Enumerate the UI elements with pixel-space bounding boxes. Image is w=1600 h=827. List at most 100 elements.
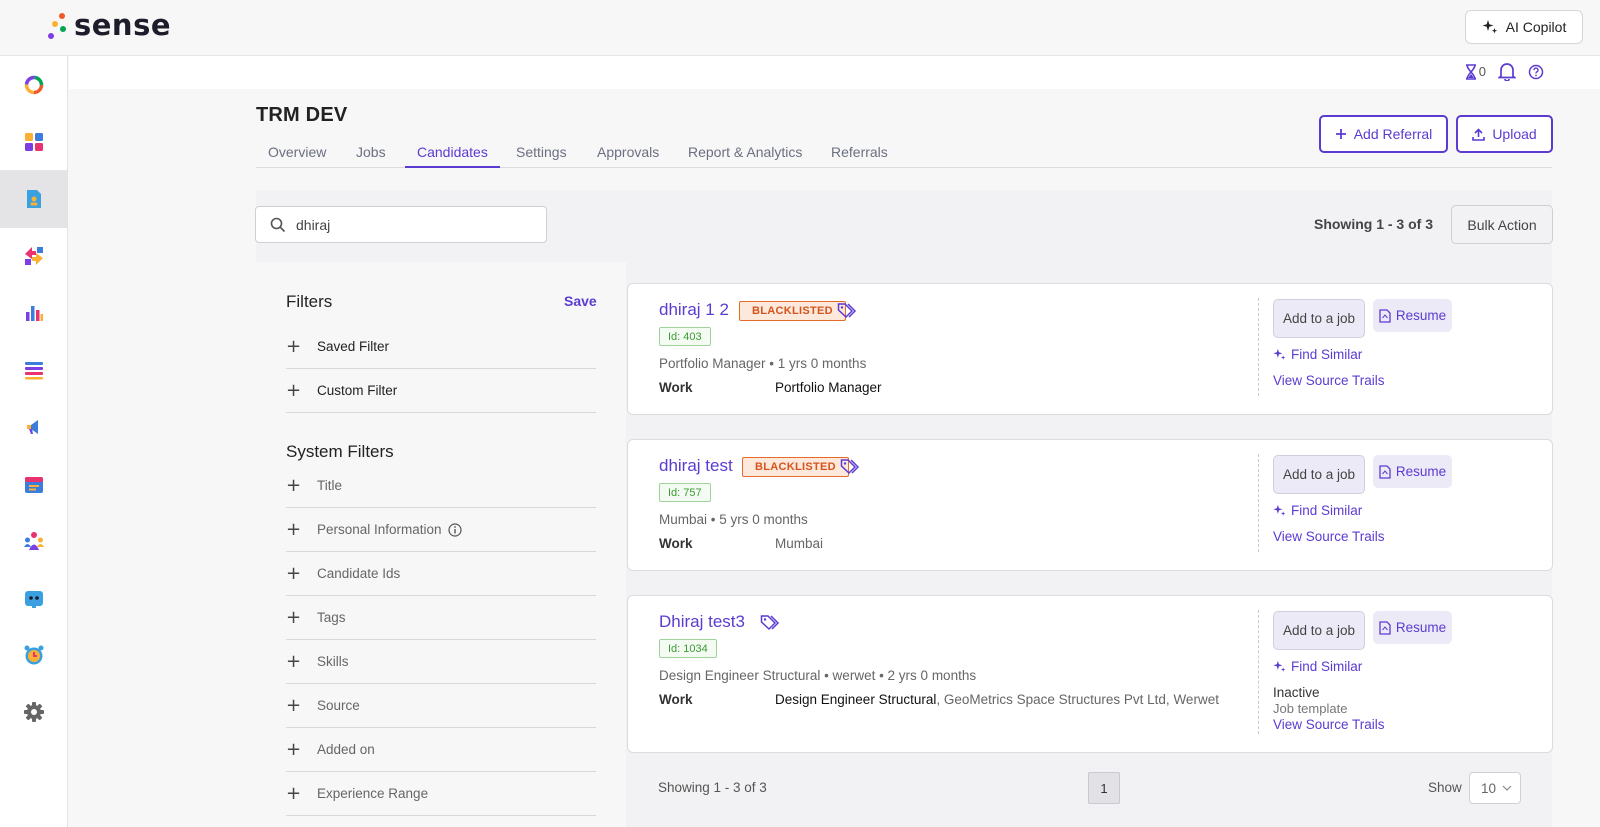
- megaphone-icon: [26, 420, 38, 434]
- work-value: Mumbai: [775, 536, 823, 551]
- tab-jobs[interactable]: Jobs: [344, 144, 398, 168]
- ai-copilot-button[interactable]: AI Copilot: [1465, 10, 1583, 44]
- custom-filter-label: Custom Filter: [317, 383, 398, 398]
- card-divider: [1258, 454, 1259, 552]
- sidebar-item-reminders[interactable]: [0, 626, 67, 684]
- hourglass-icon: [1465, 63, 1476, 80]
- sidebar-item-campaigns[interactable]: [0, 398, 67, 456]
- resume-button[interactable]: Resume: [1373, 455, 1452, 488]
- tag-icon[interactable]: [760, 614, 780, 632]
- page-size-select[interactable]: 10: [1469, 772, 1521, 804]
- search-icon: [270, 217, 286, 232]
- resume-button[interactable]: Resume: [1373, 299, 1452, 332]
- plus-icon: [1335, 129, 1346, 139]
- sidebar-item-analytics[interactable]: [0, 284, 67, 342]
- bar-chart-icon: [25, 306, 43, 321]
- sparkle-icon: [1273, 660, 1286, 672]
- blacklisted-badge: BLACKLISTED: [739, 301, 846, 321]
- tag-icon[interactable]: [840, 458, 860, 476]
- resume-label: Resume: [1395, 308, 1447, 323]
- filter-title-row[interactable]: + Title: [286, 464, 596, 508]
- sidebar: [0, 56, 68, 827]
- sidebar-item-home[interactable]: [0, 56, 67, 114]
- filter-label: Candidate Ids: [317, 566, 401, 581]
- view-source-trails-link[interactable]: View Source Trails: [1273, 529, 1385, 544]
- bulk-action-button[interactable]: Bulk Action: [1451, 205, 1553, 244]
- sidebar-item-settings[interactable]: [0, 683, 67, 741]
- tab-approvals[interactable]: Approvals: [585, 144, 671, 168]
- sidebar-item-calendar[interactable]: [0, 455, 67, 513]
- saved-filter-row[interactable]: + Saved Filter: [286, 325, 596, 369]
- pdf-file-icon: [1379, 464, 1391, 479]
- sidebar-item-lists[interactable]: [0, 341, 67, 399]
- tab-settings[interactable]: Settings: [504, 144, 579, 168]
- sparkle-icon: [1273, 348, 1286, 360]
- search-input[interactable]: [296, 216, 526, 233]
- sidebar-item-candidates[interactable]: [0, 170, 67, 228]
- candidate-id-badge: Id: 1034: [659, 639, 717, 658]
- filter-added-on-row[interactable]: + Added on: [286, 728, 596, 772]
- add-referral-button[interactable]: Add Referral: [1319, 115, 1448, 153]
- tab-candidates[interactable]: Candidates: [405, 144, 500, 168]
- bell-icon[interactable]: [1498, 62, 1516, 81]
- saved-filter-label: Saved Filter: [317, 339, 390, 354]
- candidate-name[interactable]: Dhiraj test3: [659, 612, 745, 632]
- filter-experience-range-row[interactable]: + Experience Range: [286, 772, 596, 816]
- search-box[interactable]: [255, 206, 547, 243]
- tab-overview[interactable]: Overview: [256, 144, 338, 168]
- candidate-name[interactable]: dhiraj 1 2: [659, 300, 729, 320]
- sidebar-item-sync[interactable]: [0, 227, 67, 285]
- bot-icon: [24, 591, 43, 608]
- work-label: Work: [659, 536, 693, 551]
- candidate-name[interactable]: dhiraj test: [659, 456, 733, 476]
- custom-filter-row[interactable]: + Custom Filter: [286, 369, 596, 413]
- candidate-id-badge: Id: 403: [659, 327, 711, 346]
- ring-logo-icon: [24, 75, 43, 95]
- find-similar-link[interactable]: Find Similar: [1273, 347, 1362, 362]
- view-source-trails-link[interactable]: View Source Trails: [1273, 373, 1385, 388]
- expand-icon: +: [286, 519, 302, 540]
- add-to-job-button[interactable]: Add to a job: [1273, 299, 1365, 338]
- add-to-job-button[interactable]: Add to a job: [1273, 611, 1365, 650]
- filter-personal-info-row[interactable]: + Personal Information: [286, 508, 596, 552]
- filter-skills-row[interactable]: + Skills: [286, 640, 596, 684]
- tag-icon[interactable]: [837, 302, 857, 320]
- filter-candidate-ids-row[interactable]: + Candidate Ids: [286, 552, 596, 596]
- sparkle-icon: [1482, 20, 1497, 34]
- sidebar-item-dashboard[interactable]: [0, 113, 67, 171]
- add-to-job-button[interactable]: Add to a job: [1273, 455, 1365, 494]
- tab-referrals[interactable]: Referrals: [819, 144, 900, 168]
- upload-button[interactable]: Upload: [1456, 115, 1553, 153]
- filters-panel: Filters Save + Saved Filter + Custom Fil…: [256, 262, 626, 827]
- find-similar-link[interactable]: Find Similar: [1273, 659, 1362, 674]
- find-similar-link[interactable]: Find Similar: [1273, 503, 1362, 518]
- resume-button[interactable]: Resume: [1373, 611, 1452, 644]
- alarm-clock-icon: [24, 645, 43, 665]
- gear-icon: [23, 702, 44, 722]
- work-label: Work: [659, 380, 693, 395]
- pending-tasks[interactable]: 0: [1465, 63, 1486, 80]
- pdf-file-icon: [1379, 620, 1391, 635]
- info-icon[interactable]: [447, 522, 462, 537]
- candidate-meta: Portfolio Manager • 1 yrs 0 months: [659, 356, 867, 371]
- tab-report-analytics[interactable]: Report & Analytics: [676, 144, 814, 168]
- filter-label: Tags: [317, 610, 346, 625]
- expand-icon: +: [286, 380, 302, 401]
- help-icon[interactable]: [1528, 64, 1544, 80]
- work-value: Portfolio Manager: [775, 380, 882, 395]
- list-icon: [24, 362, 43, 380]
- filter-tags-row[interactable]: + Tags: [286, 596, 596, 640]
- pdf-file-icon: [1379, 308, 1391, 323]
- sense-logo[interactable]: sense: [44, 8, 171, 42]
- sidebar-item-team[interactable]: [0, 512, 67, 570]
- work-label: Work: [659, 692, 693, 707]
- candidate-card: dhiraj 1 2 BLACKLISTED Id: 403 Portfolio…: [627, 283, 1553, 415]
- page-number-button[interactable]: 1: [1088, 772, 1120, 804]
- results-count: Showing 1 - 3 of 3: [1313, 216, 1433, 232]
- sidebar-item-bot[interactable]: [0, 569, 67, 627]
- filter-source-row[interactable]: + Source: [286, 684, 596, 728]
- view-source-trails-link[interactable]: View Source Trails: [1273, 717, 1385, 732]
- save-filters-button[interactable]: Save: [564, 293, 597, 309]
- resume-label: Resume: [1395, 464, 1447, 479]
- expand-icon: +: [286, 651, 302, 672]
